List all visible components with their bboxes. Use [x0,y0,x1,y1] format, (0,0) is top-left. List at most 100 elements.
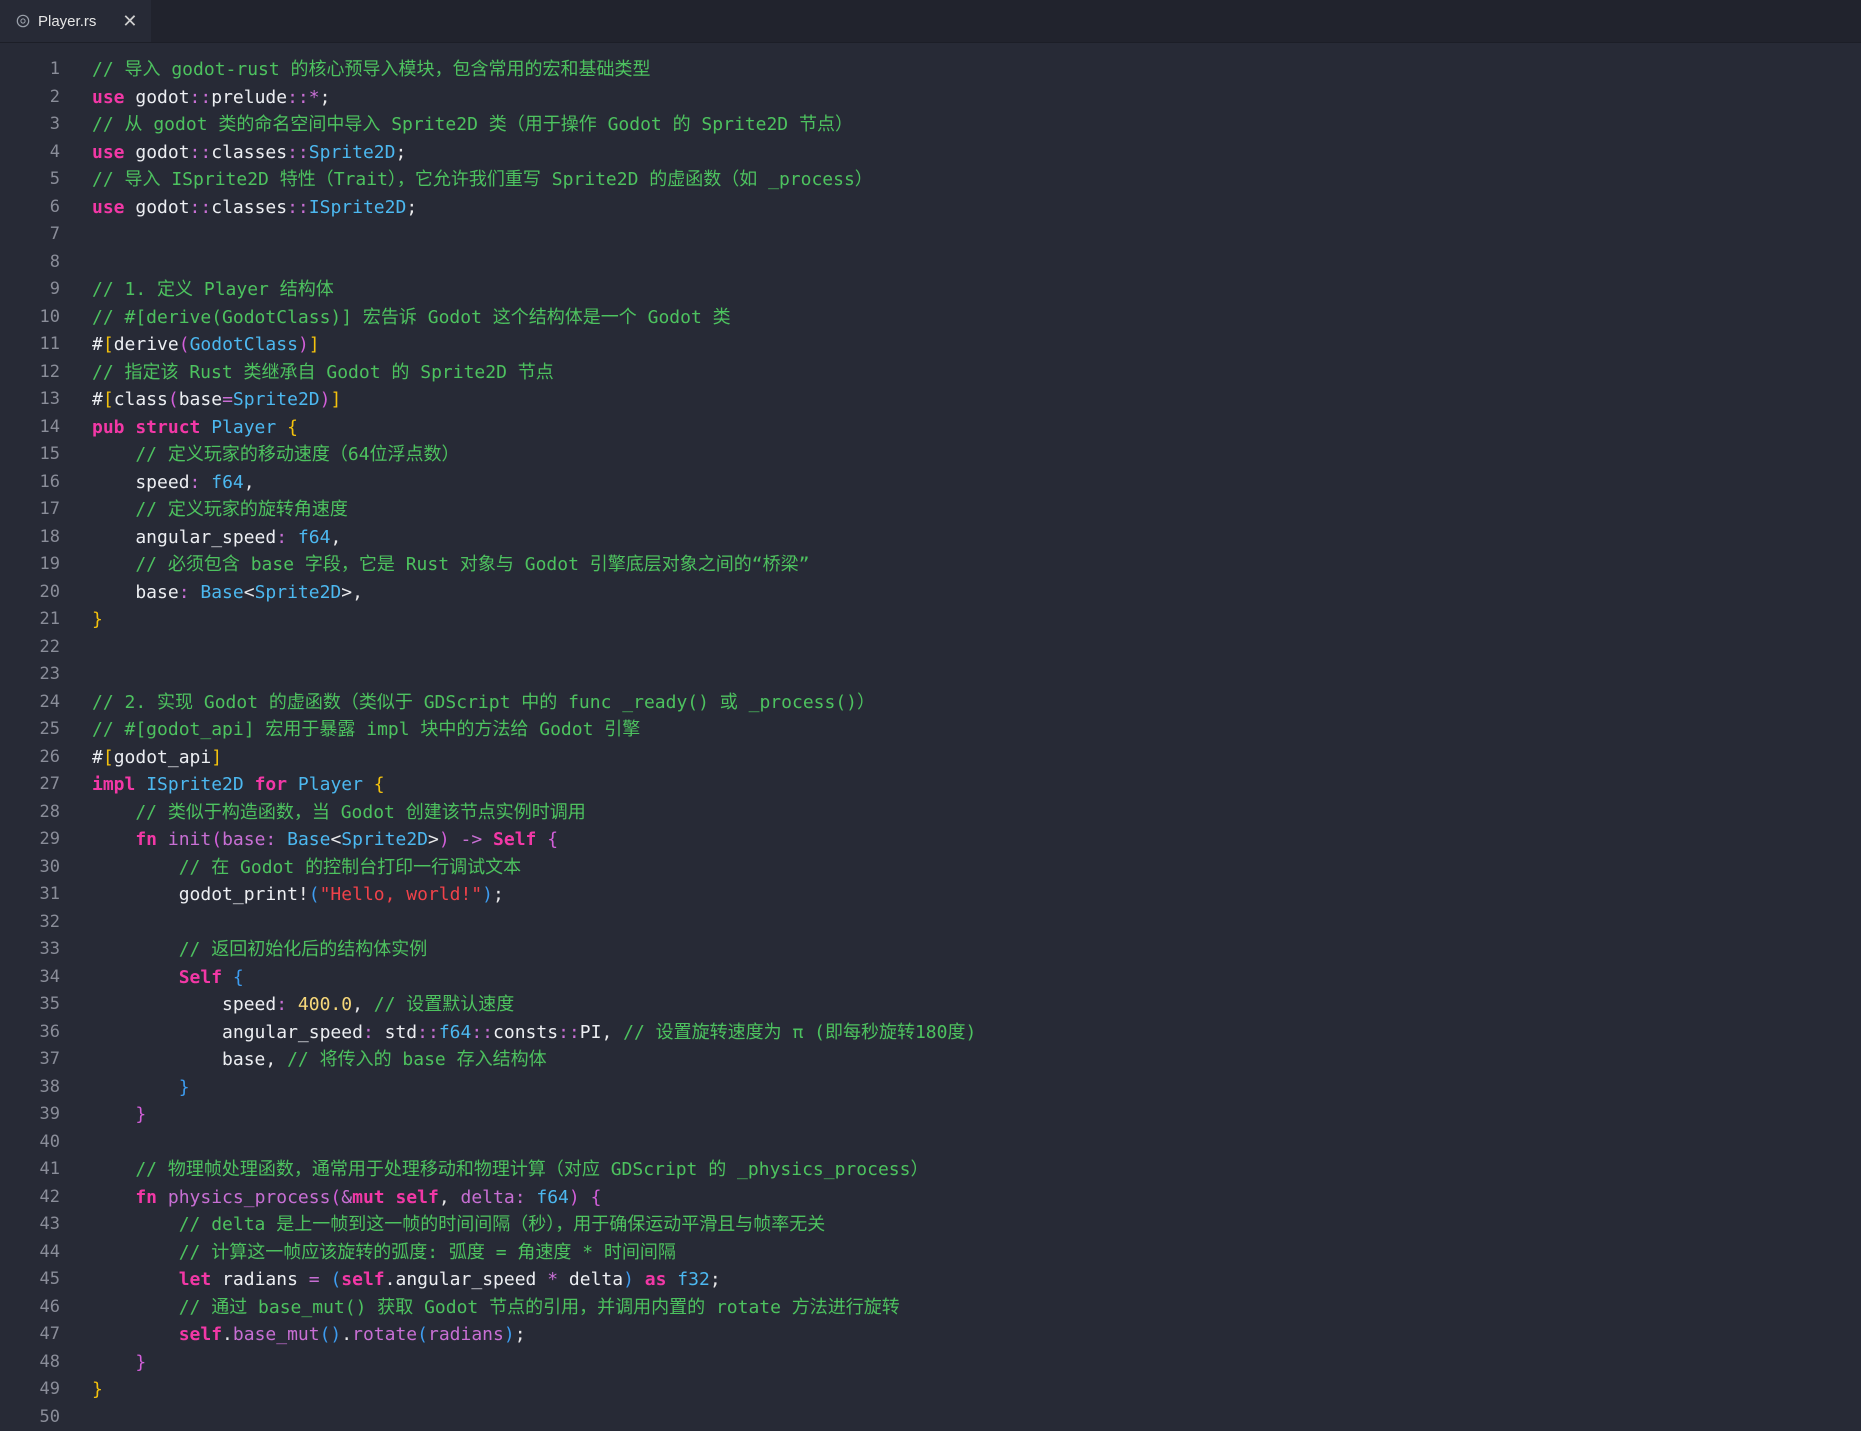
code-line[interactable]: 22 [0,634,1861,662]
line-number: 2 [0,84,92,112]
close-icon[interactable]: ✕ [122,12,137,30]
code-line[interactable]: 8 [0,249,1861,277]
code-token: ( [211,829,222,850]
code-line[interactable]: 45 let radians = (self.angular_speed * d… [0,1266,1861,1294]
code-line[interactable]: 28 // 类似于构造函数，当 Godot 创建该节点实例时调用 [0,799,1861,827]
code-line[interactable]: 49} [0,1376,1861,1404]
code-line[interactable]: 46 // 通过 base_mut() 获取 Godot 节点的引用，并调用内置… [0,1294,1861,1322]
code-line[interactable]: 23 [0,661,1861,689]
line-code: // 物理帧处理函数，通常用于处理移动和物理计算（对应 GDScript 的 _… [92,1156,1861,1184]
line-code: #[derive(GodotClass)] [92,331,1861,359]
code-line[interactable]: 50 [0,1404,1861,1431]
code-line[interactable]: 15 // 定义玩家的移动速度（64位浮点数） [0,441,1861,469]
code-token: // 定义玩家的旋转角速度 [92,499,348,520]
code-line[interactable]: 3// 从 godot 类的命名空间中导入 Sprite2D 类（用于操作 Go… [0,111,1861,139]
code-line[interactable]: 12// 指定该 Rust 类继承自 Godot 的 Sprite2D 节点 [0,359,1861,387]
code-line[interactable]: 6use godot::classes::ISprite2D; [0,194,1861,222]
code-line[interactable]: 17 // 定义玩家的旋转角速度 [0,496,1861,524]
code-line[interactable]: 11#[derive(GodotClass)] [0,331,1861,359]
line-number: 5 [0,166,92,194]
line-number: 15 [0,441,92,469]
code-line[interactable]: 21} [0,606,1861,634]
code-line[interactable]: 32 [0,909,1861,937]
code-token: ! [298,884,309,905]
code-line[interactable]: 33 // 返回初始化后的结构体实例 [0,936,1861,964]
code-line[interactable]: 48 } [0,1349,1861,1377]
code-token: use [92,142,125,163]
code-line[interactable]: 9// 1. 定义 Player 结构体 [0,276,1861,304]
code-line[interactable]: 5// 导入 ISprite2D 特性（Trait），它允许我们重写 Sprit… [0,166,1861,194]
code-token: // #[godot_api] 宏用于暴露 impl 块中的方法给 Godot … [92,719,640,740]
code-token: // 导入 ISprite2D 特性（Trait），它允许我们重写 Sprite… [92,169,873,190]
code-token: f64 [287,527,330,548]
code-token: :: [287,142,309,163]
code-line[interactable]: 27impl ISprite2D for Player { [0,771,1861,799]
code-token: } [92,1352,146,1373]
code-line[interactable]: 37 base, // 将传入的 base 存入结构体 [0,1046,1861,1074]
code-token: base [92,1049,265,1070]
code-line[interactable]: 1// 导入 godot-rust 的核心预导入模块，包含常用的宏和基础类型 [0,56,1861,84]
code-token: { [276,417,298,438]
code-token: & [341,1187,352,1208]
code-token: { [536,829,558,850]
code-line[interactable]: 10// #[derive(GodotClass)] 宏告诉 Godot 这个结… [0,304,1861,332]
line-code: } [92,1101,1861,1129]
line-code: use godot::classes::ISprite2D; [92,194,1861,222]
code-line[interactable]: 19 // 必须包含 base 字段，它是 Rust 对象与 Godot 引擎底… [0,551,1861,579]
code-token: // 1. 定义 Player 结构体 [92,279,334,300]
code-line[interactable]: 2use godot::prelude::*; [0,84,1861,112]
code-line[interactable]: 36 angular_speed: std::f64::consts::PI, … [0,1019,1861,1047]
code-token: // 导入 godot-rust 的核心预导入模块，包含常用的宏和基础类型 [92,59,651,80]
code-line[interactable]: 40 [0,1129,1861,1157]
code-line[interactable]: 7 [0,221,1861,249]
line-code: fn init(base: Base<Sprite2D>) -> Self { [92,826,1861,854]
code-line[interactable]: 18 angular_speed: f64, [0,524,1861,552]
line-code: speed: f64, [92,469,1861,497]
line-number: 18 [0,524,92,552]
line-number: 46 [0,1294,92,1322]
line-code: // 指定该 Rust 类继承自 Godot 的 Sprite2D 节点 [92,359,1861,387]
line-code [92,634,1861,662]
code-line[interactable]: 26#[godot_api] [0,744,1861,772]
code-token: fn [92,1187,157,1208]
code-token: f64 [200,472,243,493]
code-line[interactable]: 14pub struct Player { [0,414,1861,442]
code-token: () [320,1324,342,1345]
code-token: # [92,334,103,355]
code-token: ISprite2D [135,774,243,795]
code-line[interactable]: 38 } [0,1074,1861,1102]
code-token: godot_api [114,747,212,768]
code-editor[interactable]: 1// 导入 godot-rust 的核心预导入模块，包含常用的宏和基础类型2u… [0,43,1861,1431]
line-code: // #[derive(GodotClass)] 宏告诉 Godot 这个结构体… [92,304,1861,332]
code-line[interactable]: 20 base: Base<Sprite2D>, [0,579,1861,607]
code-line[interactable]: 47 self.base_mut().rotate(radians); [0,1321,1861,1349]
code-line[interactable]: 43 // delta 是上一帧到这一帧的时间间隔（秒），用于确保运动平滑且与帧… [0,1211,1861,1239]
code-line[interactable]: 34 Self { [0,964,1861,992]
code-token: . [341,1324,352,1345]
code-line[interactable]: 39 } [0,1101,1861,1129]
code-token: [ [103,389,114,410]
code-token: use [92,197,125,218]
code-token: } [92,1379,103,1400]
tab-player-rs[interactable]: Player.rs ✕ [0,0,151,42]
code-line[interactable]: 25// #[godot_api] 宏用于暴露 impl 块中的方法给 Godo… [0,716,1861,744]
code-line[interactable]: 13#[class(base=Sprite2D)] [0,386,1861,414]
code-line[interactable]: 35 speed: 400.0, // 设置默认速度 [0,991,1861,1019]
code-token: // 在 Godot 的控制台打印一行调试文本 [92,857,521,878]
code-token: , [244,472,255,493]
code-line[interactable]: 42 fn physics_process(&mut self, delta: … [0,1184,1861,1212]
code-token: Sprite2D [341,829,428,850]
code-token: classes [211,142,287,163]
code-line[interactable]: 31 godot_print!("Hello, world!"); [0,881,1861,909]
code-line[interactable]: 30 // 在 Godot 的控制台打印一行调试文本 [0,854,1861,882]
code-token: f32 [666,1269,709,1290]
code-line[interactable]: 24// 2. 实现 Godot 的虚函数（类似于 GDScript 中的 fu… [0,689,1861,717]
code-line[interactable]: 44 // 计算这一帧应该旋转的弧度: 弧度 = 角速度 * 时间间隔 [0,1239,1861,1267]
code-line[interactable]: 16 speed: f64, [0,469,1861,497]
code-line[interactable]: 41 // 物理帧处理函数，通常用于处理移动和物理计算（对应 GDScript … [0,1156,1861,1184]
code-line[interactable]: 29 fn init(base: Base<Sprite2D>) -> Self… [0,826,1861,854]
code-token: derive [114,334,179,355]
line-number: 17 [0,496,92,524]
code-token: // 返回初始化后的结构体实例 [92,939,427,960]
code-line[interactable]: 4use godot::classes::Sprite2D; [0,139,1861,167]
